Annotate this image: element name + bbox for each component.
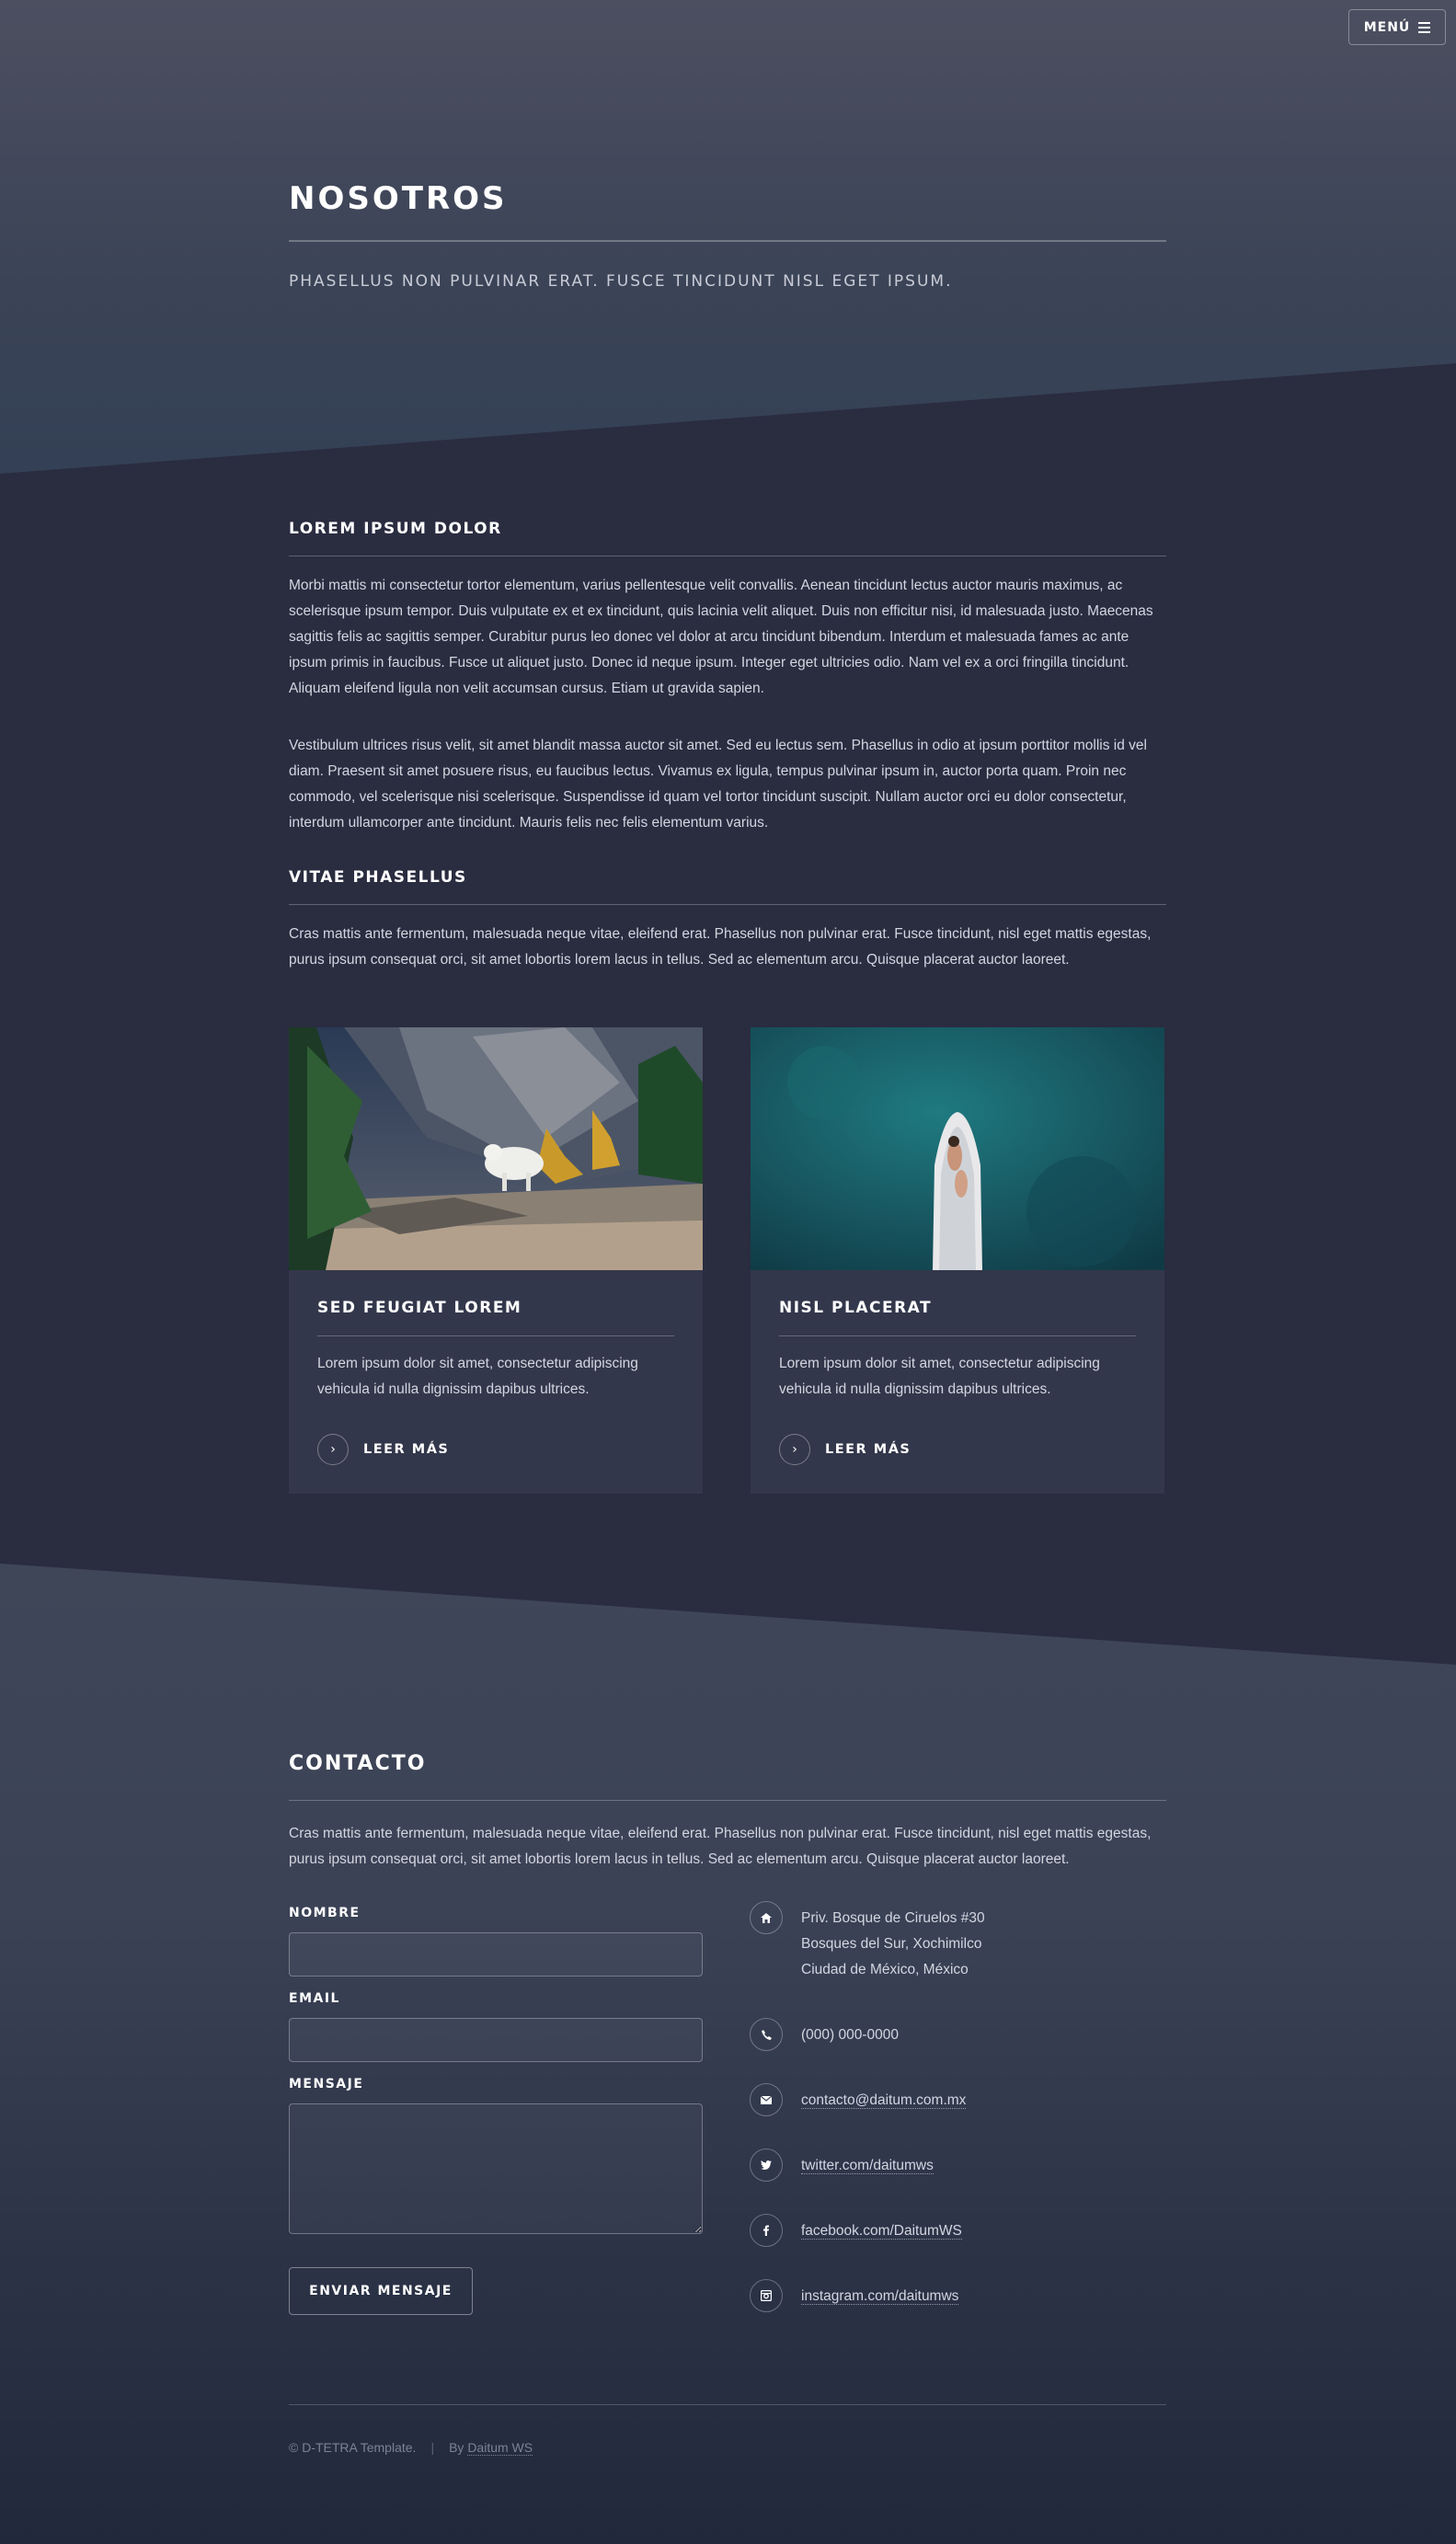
- chevron-right-icon: ›: [317, 1434, 349, 1465]
- contact-heading: CONTACTO: [289, 1752, 427, 1775]
- card-divider: [317, 1335, 674, 1336]
- footer-credit: By Daitum WS: [449, 2440, 533, 2456]
- card-text: Lorem ipsum dolor sit amet, consectetur …: [317, 1356, 638, 1397]
- section-heading-lorem: LOREM IPSUM DOLOR: [289, 520, 502, 538]
- card-title: SED FEUGIAT LOREM: [317, 1299, 522, 1317]
- read-more-label: LEER MÁS: [825, 1442, 911, 1457]
- phone-number: (000) 000-0000: [801, 2027, 899, 2043]
- page-title: NOSOTROS: [289, 180, 508, 217]
- credit-link[interactable]: Daitum WS: [467, 2440, 533, 2456]
- contact-instagram: instagram.com/daitumws: [750, 2279, 959, 2312]
- twitter-link[interactable]: twitter.com/daitumws: [801, 2158, 934, 2174]
- header-banner: [0, 0, 1456, 474]
- footer: © D-TETRA Template. | By Daitum WS: [289, 2440, 533, 2456]
- section-divider: [289, 1800, 1166, 1801]
- email-label: EMAIL: [289, 1991, 340, 2006]
- twitter-icon: [750, 2149, 783, 2182]
- email-field[interactable]: [289, 2018, 703, 2062]
- menu-label: MENÚ: [1363, 19, 1411, 35]
- read-more-link[interactable]: › LEER MÁS: [779, 1434, 911, 1465]
- contact-twitter: twitter.com/daitumws: [750, 2149, 934, 2182]
- card-sed-feugiat: SED FEUGIAT LOREM Lorem ipsum dolor sit …: [289, 1027, 703, 1494]
- card-divider: [779, 1335, 1136, 1336]
- card-text: Lorem ipsum dolor sit amet, consectetur …: [779, 1356, 1100, 1397]
- credit-prefix: By: [449, 2440, 464, 2455]
- footer-separator: |: [430, 2440, 435, 2455]
- chevron-right-icon: ›: [779, 1434, 810, 1465]
- paragraph-2: Vestibulum ultrices risus velit, sit ame…: [289, 738, 1147, 831]
- instagram-link[interactable]: instagram.com/daitumws: [801, 2288, 959, 2305]
- message-field[interactable]: [289, 2103, 703, 2234]
- section-divider: [289, 904, 1166, 905]
- menu-button[interactable]: MENÚ: [1348, 9, 1446, 45]
- address-line-3: Ciudad de México, México: [801, 1962, 969, 1977]
- paragraph-3: Cras mattis ante fermentum, malesuada ne…: [289, 926, 1152, 968]
- copyright-text: © D-TETRA Template.: [289, 2440, 417, 2455]
- name-field[interactable]: [289, 1932, 703, 1977]
- page-subtitle: PHASELLUS NON PULVINAR ERAT. FUSCE TINCI…: [289, 272, 953, 291]
- message-label: MENSAJE: [289, 2077, 364, 2091]
- card-nisl-placerat: NISL PLACERAT Lorem ipsum dolor sit amet…: [751, 1027, 1164, 1494]
- contact-email: contacto@daitum.com.mx: [750, 2083, 967, 2116]
- footer-divider: [289, 2404, 1166, 2405]
- section-heading-vitae: VITAE PHASELLUS: [289, 868, 467, 887]
- contact-address: Priv. Bosque de Ciruelos #30 Bosques del…: [750, 1901, 985, 1983]
- paragraph-1: Morbi mattis mi consectetur tortor eleme…: [289, 578, 1153, 696]
- card-image-mountain-goat: [289, 1027, 703, 1270]
- envelope-icon: [750, 2083, 783, 2116]
- facebook-icon: [750, 2214, 783, 2247]
- read-more-label: LEER MÁS: [363, 1442, 450, 1457]
- phone-icon: [750, 2018, 783, 2051]
- address-line-1: Priv. Bosque de Ciruelos #30: [801, 1910, 985, 1926]
- send-message-button[interactable]: ENVIAR MENSAJE: [289, 2267, 473, 2315]
- contact-intro: Cras mattis ante fermentum, malesuada ne…: [289, 1826, 1152, 1867]
- hamburger-icon: [1418, 21, 1431, 33]
- email-link[interactable]: contacto@daitum.com.mx: [801, 2092, 967, 2109]
- contact-facebook: facebook.com/DaitumWS: [750, 2214, 962, 2247]
- card-image-boat: [751, 1027, 1164, 1270]
- read-more-link[interactable]: › LEER MÁS: [317, 1434, 449, 1465]
- address-line-2: Bosques del Sur, Xochimilco: [801, 1936, 982, 1952]
- name-label: NOMBRE: [289, 1906, 361, 1920]
- title-divider: [289, 240, 1166, 242]
- instagram-icon: [750, 2279, 783, 2312]
- contact-section-background: [0, 1564, 1456, 2544]
- card-title: NISL PLACERAT: [779, 1299, 933, 1317]
- contact-phone: (000) 000-0000: [750, 2018, 899, 2051]
- facebook-link[interactable]: facebook.com/DaitumWS: [801, 2223, 962, 2240]
- home-icon: [750, 1901, 783, 1934]
